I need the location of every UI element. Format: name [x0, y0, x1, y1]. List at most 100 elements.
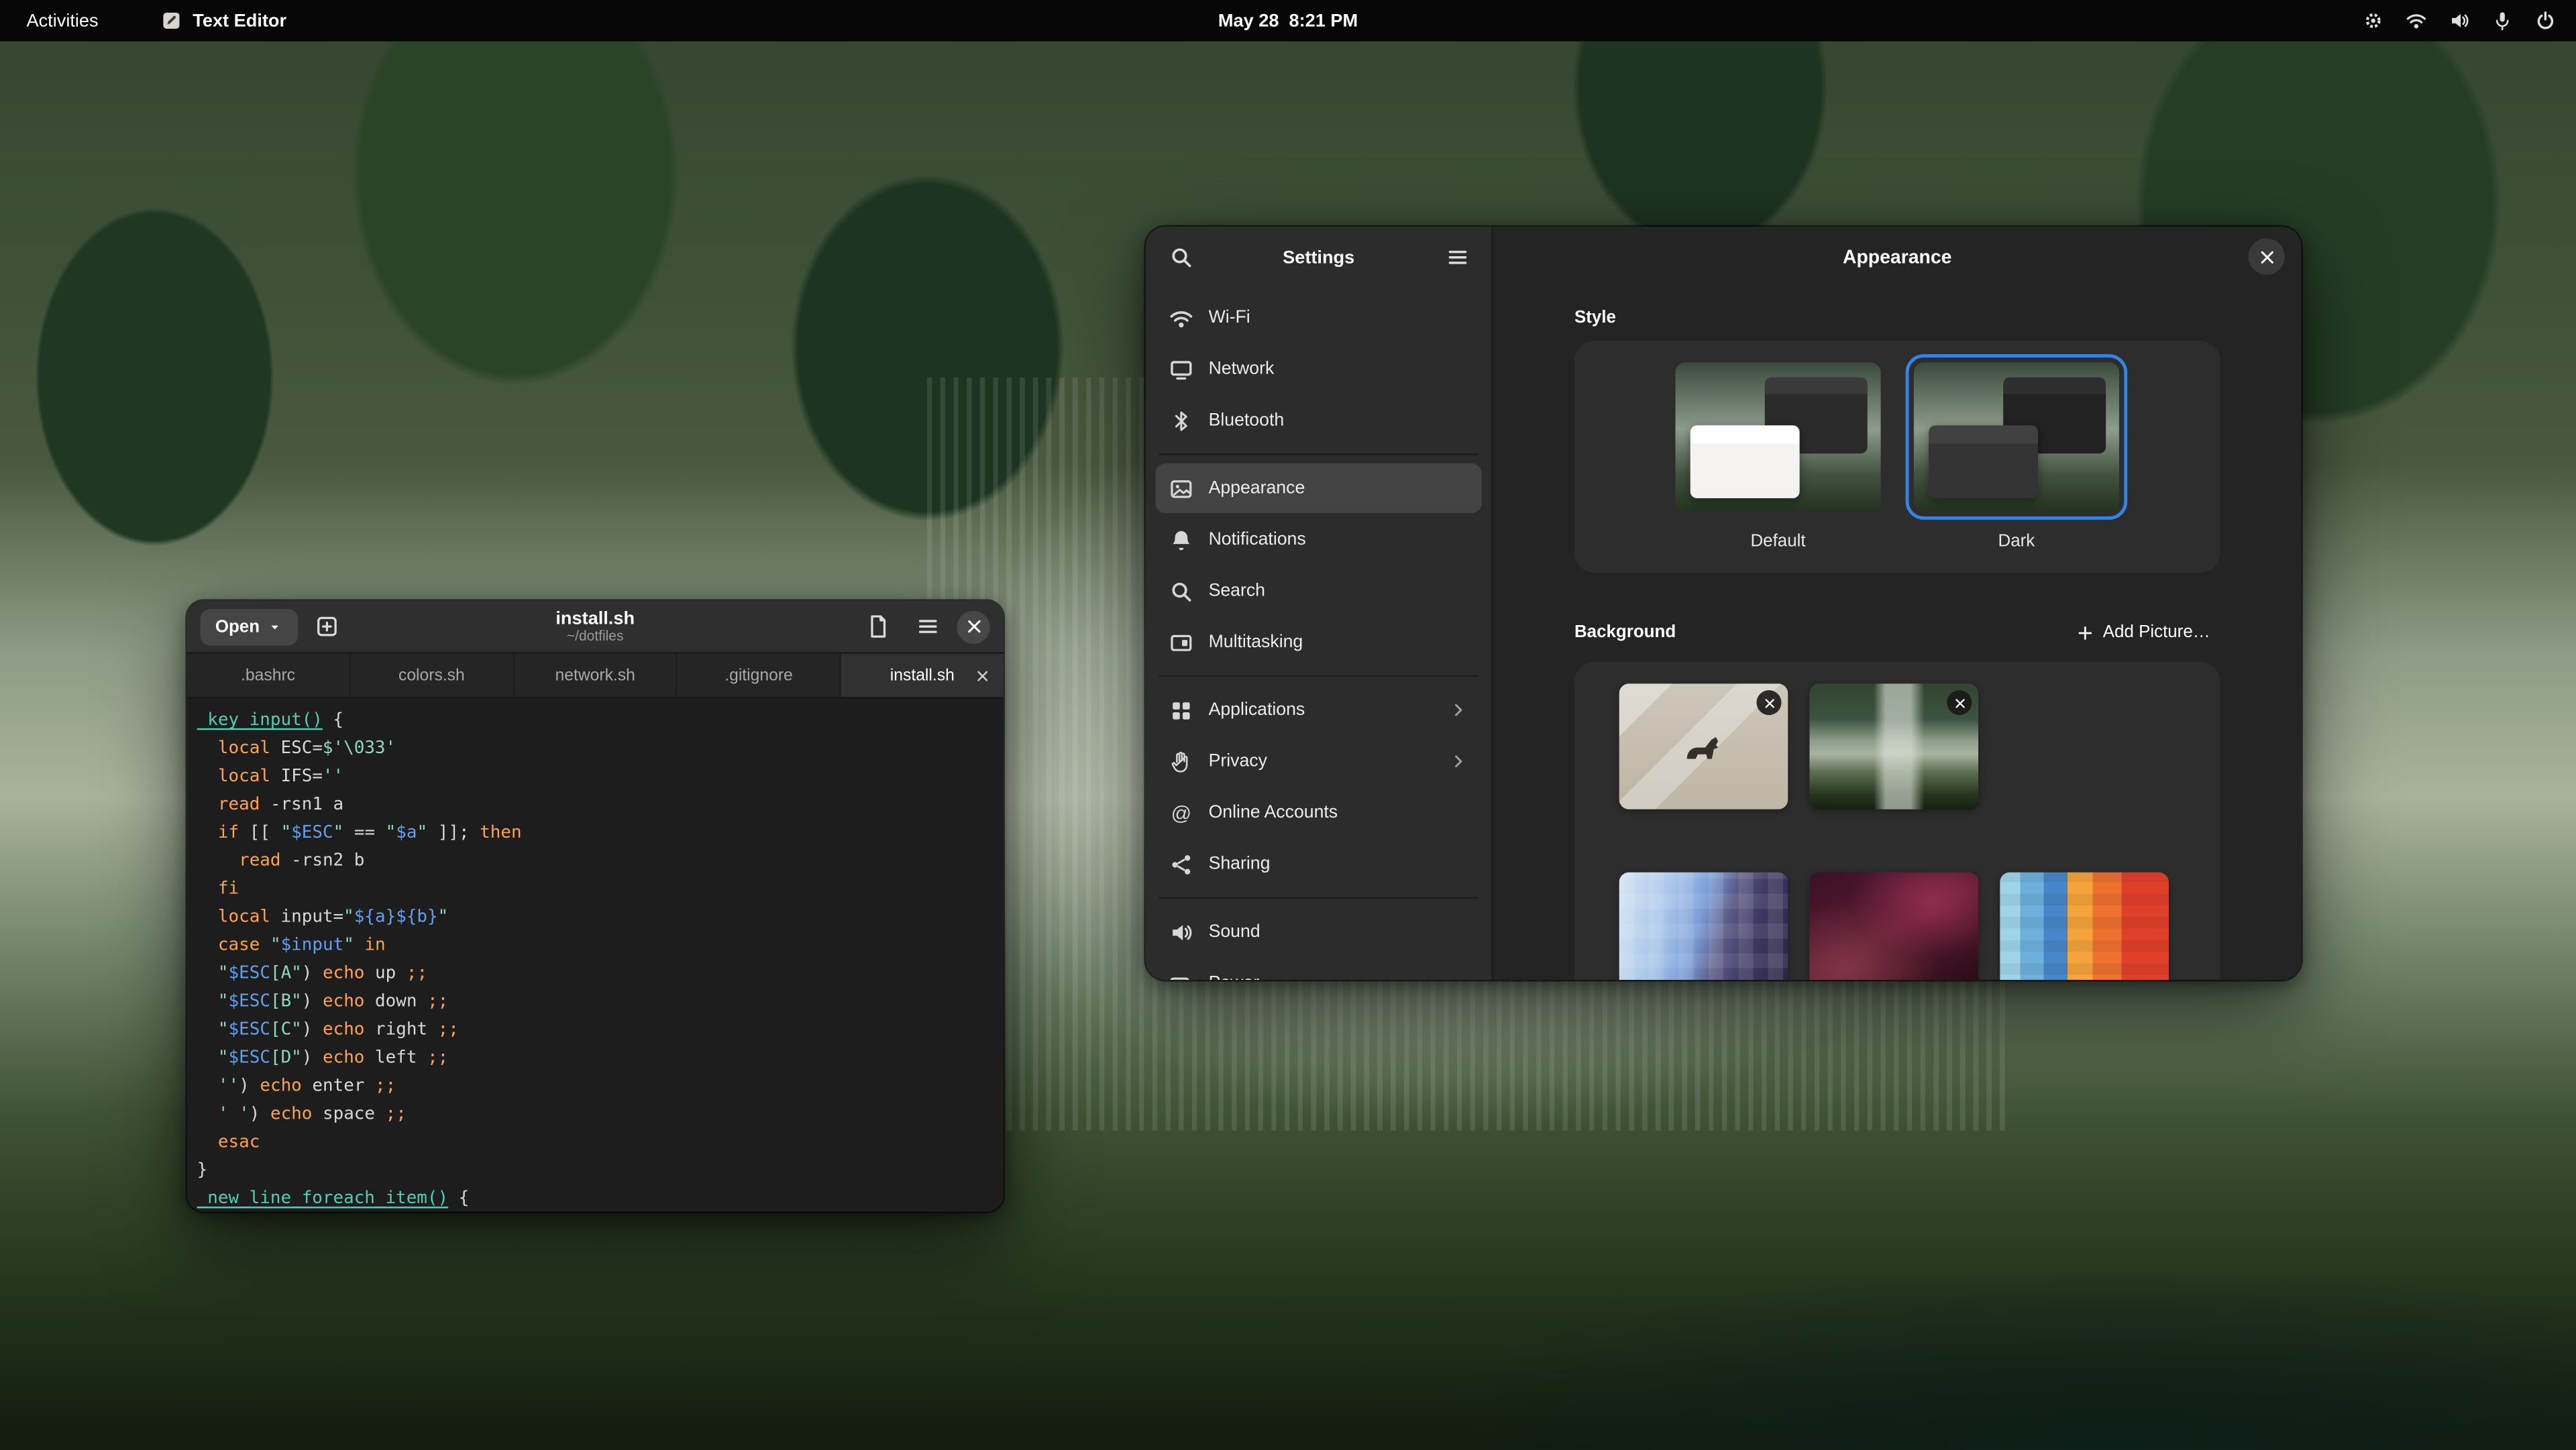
- style-option-default[interactable]: Default: [1676, 362, 1881, 551]
- tab-network-sh[interactable]: network.sh: [515, 654, 678, 697]
- document-title: install.sh: [555, 609, 635, 629]
- code-line: if [[ "$ESC" == "$a" ]]; then: [197, 820, 1004, 848]
- search-icon: [1169, 579, 1193, 604]
- remove-background-button[interactable]: [1756, 690, 1781, 715]
- multitasking-icon: [1169, 630, 1193, 655]
- code-line: '') echo enter ;;: [197, 1072, 1004, 1101]
- sidebar-item-label: Applications: [1209, 700, 1305, 720]
- code-line: local input="${a}${b}": [197, 903, 1004, 932]
- background-thumbnail-split-teal-orange[interactable]: [2000, 873, 2169, 980]
- sidebar-item-power[interactable]: Power: [1156, 958, 1482, 980]
- sidebar-item-label: Notifications: [1209, 530, 1306, 550]
- new-tab-button[interactable]: [308, 606, 347, 646]
- document-icon: [865, 614, 890, 639]
- wallpaper-pond: [1417, 1276, 2576, 1449]
- background-thumbnail-gradient-maroon[interactable]: [1809, 873, 1978, 980]
- new-tab-icon: [315, 614, 340, 639]
- settings-menu-button[interactable]: [1437, 237, 1477, 277]
- add-picture-button[interactable]: Add Picture…: [2066, 616, 2220, 649]
- code-line: local IFS='': [197, 763, 1004, 791]
- power-icon[interactable]: [2534, 10, 2556, 32]
- sidebar-item-notifications[interactable]: Notifications: [1156, 515, 1482, 565]
- style-preview-dark[interactable]: [1914, 362, 2119, 511]
- microphone-icon[interactable]: [2491, 10, 2513, 32]
- tab-colors-sh[interactable]: colors.sh: [351, 654, 515, 697]
- sidebar-item-search[interactable]: Search: [1156, 566, 1482, 616]
- sidebar-item-sound[interactable]: Sound: [1156, 907, 1482, 956]
- volume-icon[interactable]: [2449, 10, 2470, 32]
- editor-headerbar: Open install.sh ~/dotfiles: [187, 601, 1004, 654]
- close-icon: [1953, 696, 1966, 710]
- code-line: read -rsn1 a: [197, 791, 1004, 820]
- code-line: "$ESC[B") echo down ;;: [197, 988, 1004, 1016]
- sidebar-item-applications[interactable]: Applications: [1156, 685, 1482, 735]
- close-icon: [965, 618, 983, 636]
- sidebar-item-label: Privacy: [1209, 751, 1267, 771]
- sidebar-item-label: Power: [1209, 973, 1260, 980]
- code-line: }: [197, 1157, 1004, 1185]
- clock[interactable]: May 28 8:21 PM: [1218, 11, 1358, 31]
- settings-search-button[interactable]: [1161, 237, 1200, 277]
- background-thumbnail-light-horse-wallpaper[interactable]: [1619, 683, 1788, 810]
- tab-gitignore[interactable]: .gitignore: [678, 654, 841, 697]
- code-line: local ESC=$'\033': [197, 735, 1004, 763]
- focused-app-name: Text Editor: [193, 11, 286, 31]
- tab-label: install.sh: [890, 666, 955, 684]
- panel-body: Style Default Dark Background Add Picture…: [1493, 288, 2301, 980]
- code-area[interactable]: _key_input() { local ESC=$'\033' local I…: [187, 698, 1004, 1211]
- text-editor-app-icon: [161, 10, 182, 32]
- bluetooth-icon: [1169, 408, 1193, 433]
- system-tray[interactable]: [2363, 10, 2557, 32]
- style-option-dark[interactable]: Dark: [1914, 362, 2119, 551]
- sidebar-item-appearance[interactable]: Appearance: [1156, 463, 1482, 513]
- settings-sidebar: Settings Wi-FiNetworkBluetoothAppearance…: [1146, 227, 1493, 980]
- sidebar-item-privacy[interactable]: Privacy: [1156, 736, 1482, 786]
- main-menu-button[interactable]: [907, 606, 947, 646]
- settings-window: Settings Wi-FiNetworkBluetoothAppearance…: [1146, 227, 2302, 980]
- menu-icon: [915, 614, 940, 639]
- code-line: read -rsn2 b: [197, 848, 1004, 876]
- style-preview-default[interactable]: [1676, 362, 1881, 511]
- sidebar-item-label: Multitasking: [1209, 632, 1303, 653]
- sidebar-item-sharing[interactable]: Sharing: [1156, 839, 1482, 889]
- tab-install-sh[interactable]: install.sh: [841, 654, 1003, 697]
- appearance-icon: [1169, 476, 1193, 501]
- open-button[interactable]: Open: [201, 608, 298, 645]
- sidebar-item-label: Sound: [1209, 922, 1260, 942]
- close-icon: [2257, 247, 2275, 266]
- sidebar-item-label: Bluetooth: [1209, 410, 1285, 431]
- sidebar-item-wi-fi[interactable]: Wi-Fi: [1156, 293, 1482, 343]
- text-editor-window: Open install.sh ~/dotfiles: [187, 601, 1004, 1212]
- code-line: case "$input" in: [197, 932, 1004, 960]
- tab-bar: .bashrc colors.sh network.sh .gitignore inst…: [187, 654, 1004, 699]
- tab-close-icon[interactable]: [972, 664, 996, 687]
- sidebar-item-network[interactable]: Network: [1156, 344, 1482, 394]
- apps-grid-icon: [1169, 698, 1193, 722]
- sidebar-item-label: Appearance: [1209, 478, 1305, 498]
- tab-bashrc[interactable]: .bashrc: [187, 654, 351, 697]
- document-properties-button[interactable]: [857, 606, 897, 646]
- background-thumbnail-forest-waterfall-wallpaper[interactable]: [1809, 683, 1978, 810]
- sidebar-item-bluetooth[interactable]: Bluetooth: [1156, 396, 1482, 445]
- wifi-icon[interactable]: [2406, 10, 2427, 32]
- style-heading: Style: [1574, 308, 2220, 328]
- preset-backgrounds: [1619, 873, 2176, 980]
- settings-gear-icon[interactable]: [2363, 10, 2384, 32]
- tab-label: .gitignore: [724, 666, 793, 684]
- settings-close-button[interactable]: [2248, 238, 2284, 274]
- sidebar-item-multitasking[interactable]: Multitasking: [1156, 618, 1482, 667]
- code-line: "$ESC[A") echo up ;;: [197, 960, 1004, 988]
- activities-button[interactable]: Activities: [20, 6, 105, 36]
- remove-background-button[interactable]: [1947, 690, 1972, 715]
- sidebar-item-label: Wi-Fi: [1209, 308, 1250, 328]
- sidebar-separator: [1159, 453, 1479, 455]
- sidebar-item-online-accounts[interactable]: @Online Accounts: [1156, 788, 1482, 838]
- tab-label: colors.sh: [398, 666, 465, 684]
- desktop: Activities Text Editor May 28 8:21 PM Op…: [0, 0, 2576, 1450]
- background-thumbnail-mosaic-blue-purple[interactable]: [1619, 873, 1788, 980]
- editor-close-button[interactable]: [957, 610, 989, 643]
- wifi-icon: [1169, 305, 1193, 330]
- background-heading: Background: [1574, 622, 1676, 643]
- style-option-label: Default: [1676, 531, 1881, 551]
- focused-app-indicator[interactable]: Text Editor: [161, 10, 286, 32]
